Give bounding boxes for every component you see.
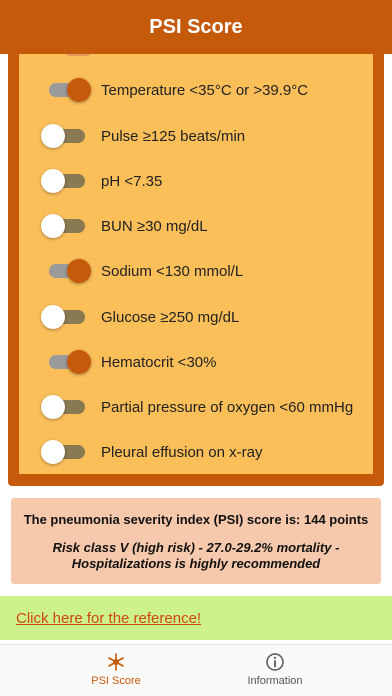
tab-information[interactable]: Information [210,651,340,693]
partially-hidden-toggle [66,54,90,56]
sodium-toggle[interactable] [49,259,91,283]
criteria-label: Temperature <35°C or >39.9°C [101,81,309,99]
criteria-panel: Temperature <35°C or >39.9°C Pulse ≥125 … [8,54,384,486]
hematocrit-toggle[interactable] [49,350,91,374]
reference-link[interactable]: Click here for the reference! [16,610,201,627]
toggle-knob [41,305,65,329]
criteria-row-hematocrit: Hematocrit <30% [19,339,373,385]
criteria-row-temperature: Temperature <35°C or >39.9°C [19,67,373,113]
tab-psi-score[interactable]: PSI Score [51,651,181,693]
page-title: PSI Score [149,15,243,38]
criteria-row-bun: BUN ≥30 mg/dL [19,203,373,249]
criteria-label: Pleural effusion on x-ray [101,443,263,461]
ph-toggle[interactable] [41,169,85,193]
pulse-toggle[interactable] [41,124,85,148]
criteria-label: Hematocrit <30% [101,353,217,371]
criteria-row-pulse: Pulse ≥125 beats/min [19,113,373,159]
toggle-knob [67,259,91,283]
navbar: PSI Score [0,0,392,54]
toggle-knob [41,440,65,464]
temperature-toggle[interactable] [49,78,91,102]
criteria-row-pleural-effusion: Pleural effusion on x-ray [19,429,373,474]
pleural-effusion-toggle[interactable] [41,440,85,464]
bun-toggle[interactable] [41,214,85,238]
criteria-row-ph: pH <7.35 [19,158,373,204]
criteria-label: Glucose ≥250 mg/dL [101,308,240,326]
glucose-toggle[interactable] [41,305,85,329]
toggle-knob [41,214,65,238]
criteria-label: Partial pressure of oxygen <60 mmHg [101,398,354,416]
info-circle-icon [266,653,284,671]
criteria-label: BUN ≥30 mg/dL [101,217,208,235]
asterisk-icon [108,653,124,671]
result-box: The pneumonia severity index (PSI) score… [11,498,381,584]
toggle-knob [67,350,91,374]
toggle-knob [41,395,65,419]
criteria-row-oxygen: Partial pressure of oxygen <60 mmHg [19,384,373,430]
criteria-label: Pulse ≥125 beats/min [101,127,246,145]
tab-label: PSI Score [91,675,141,687]
reference-bar: Click here for the reference! [0,596,392,640]
oxygen-toggle[interactable] [41,395,85,419]
toggle-knob [41,124,65,148]
risk-class-text: Risk class V (high risk) - 27.0-29.2% mo… [52,540,340,571]
criteria-row-sodium: Sodium <130 mmol/L [19,248,373,294]
criteria-list[interactable]: Temperature <35°C or >39.9°C Pulse ≥125 … [19,54,373,474]
toggle-knob [41,169,65,193]
criteria-label: Sodium <130 mmol/L [101,262,244,280]
tab-bar: PSI Score Information [0,644,392,696]
criteria-label: pH <7.35 [101,172,163,190]
toggle-knob [67,78,91,102]
score-text: The pneumonia severity index (PSI) score… [23,512,369,527]
tab-label: Information [247,675,303,687]
criteria-row-glucose: Glucose ≥250 mg/dL [19,294,373,340]
